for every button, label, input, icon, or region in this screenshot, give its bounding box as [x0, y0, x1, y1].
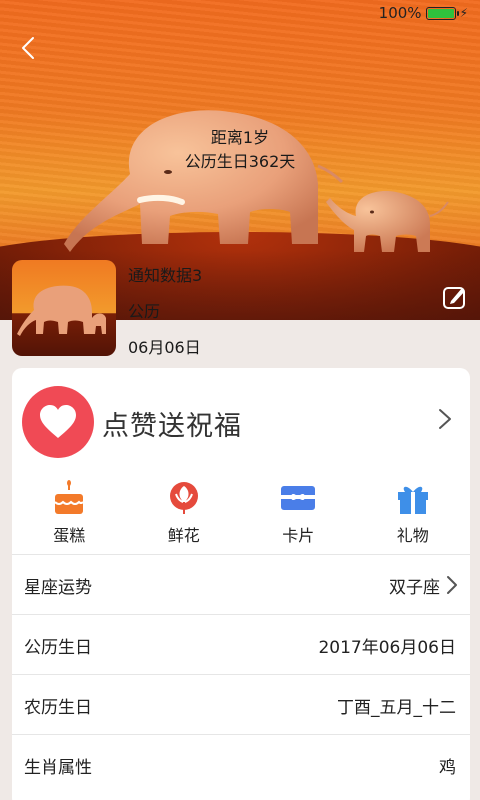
- gift-present[interactable]: 礼物: [356, 480, 471, 550]
- countdown-age: 距离1岁: [210, 128, 270, 147]
- gift-cake[interactable]: 蛋糕: [12, 480, 127, 550]
- row-zodiac[interactable]: 星座运势 双子座: [12, 554, 470, 614]
- battery-level: [427, 8, 454, 18]
- details-card: 点赞送祝福 蛋糕 鲜花 卡片 礼物 星座运势 双子座 公历生日 2017年06月…: [12, 368, 470, 800]
- flower-icon: [169, 482, 198, 514]
- profile-name: 通知数据3: [128, 266, 203, 285]
- card-icon: [281, 486, 316, 510]
- avatar-elephant-image: [17, 285, 106, 336]
- gift-icon: [397, 486, 428, 514]
- status-bar: 100% ⚡: [0, 0, 480, 26]
- countdown-text: 距离1岁 公历生日362天: [0, 126, 480, 174]
- row-solar-birthday: 公历生日 2017年06月06日: [12, 614, 470, 674]
- charging-icon: ⚡: [459, 6, 468, 20]
- like-title: 点赞送祝福: [102, 411, 242, 442]
- gift-label-flower: 鲜花: [167, 526, 200, 545]
- row-value: 鸡: [439, 758, 456, 778]
- gift-label-present: 礼物: [396, 526, 429, 545]
- row-label: 农历生日: [24, 698, 92, 718]
- row-value: 2017年06月06日: [318, 638, 456, 658]
- small-elephant-illustration: [326, 191, 449, 252]
- gift-options: 蛋糕 鲜花 卡片 礼物: [12, 480, 470, 550]
- gift-label-card: 卡片: [282, 526, 315, 545]
- row-lunar-birthday: 农历生日 丁酉_五月_十二: [12, 674, 470, 734]
- gift-label-cake: 蛋糕: [53, 526, 86, 545]
- birthday-date: 06月06日: [128, 338, 201, 357]
- heart-icon: [40, 405, 76, 438]
- avatar[interactable]: [12, 260, 116, 356]
- like-button[interactable]: [22, 386, 94, 458]
- battery-percent: 100%: [378, 4, 422, 22]
- back-button[interactable]: [14, 34, 42, 62]
- cake-icon: [54, 480, 84, 514]
- row-value: 双子座: [389, 578, 440, 598]
- gift-flower[interactable]: 鲜花: [127, 480, 242, 550]
- calendar-type: 公历: [128, 302, 161, 321]
- row-label: 生肖属性: [24, 758, 92, 778]
- countdown-days: 公历生日362天: [184, 152, 296, 171]
- chevron-right-icon: [447, 576, 457, 594]
- row-zodiac-animal: 生肖属性 鸡: [12, 734, 470, 794]
- gift-card[interactable]: 卡片: [241, 480, 356, 550]
- edit-icon: [443, 287, 465, 309]
- chevron-right-icon[interactable]: [438, 408, 452, 430]
- row-label: 公历生日: [24, 638, 92, 658]
- edit-button[interactable]: [442, 284, 468, 310]
- row-value: 丁酉_五月_十二: [337, 698, 456, 718]
- chevron-left-icon: [22, 37, 34, 59]
- row-label: 星座运势: [24, 578, 92, 598]
- like-blessing-row[interactable]: 点赞送祝福: [12, 386, 470, 458]
- battery-icon: [425, 6, 459, 20]
